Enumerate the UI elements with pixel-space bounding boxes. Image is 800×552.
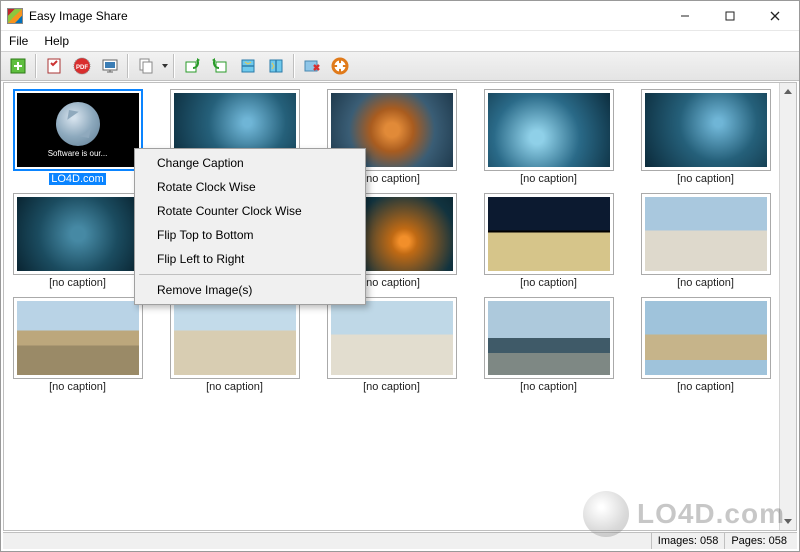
thumbnail-caption: [no caption] [49, 381, 106, 393]
watermark-text: LO4D.com [637, 498, 785, 530]
toolbar-separator [293, 54, 295, 78]
menubar: File Help [1, 31, 799, 51]
thumbnail-image [645, 197, 767, 271]
menu-file[interactable]: File [5, 33, 32, 49]
toolbar-separator [173, 54, 175, 78]
scroll-up-button[interactable] [780, 83, 796, 100]
thumbnail[interactable] [13, 193, 143, 275]
copy-dropdown[interactable] [161, 53, 169, 79]
thumbnail-image [17, 197, 139, 271]
thumbnail-image [488, 93, 610, 167]
vertical-scrollbar[interactable] [779, 83, 796, 530]
thumbnail-caption: [no caption] [677, 381, 734, 393]
context-rotate-cw[interactable]: Rotate Clock Wise [137, 175, 363, 199]
thumbnail[interactable] [484, 297, 614, 379]
thumbnail[interactable] [13, 297, 143, 379]
thumbnail[interactable] [484, 89, 614, 171]
context-remove[interactable]: Remove Image(s) [137, 278, 363, 302]
options-button[interactable] [41, 53, 67, 79]
thumbnail-image [645, 93, 767, 167]
window-title: Easy Image Share [29, 9, 128, 23]
thumbnail-caption: [no caption] [363, 381, 420, 393]
watermark: LO4D.com [583, 491, 785, 537]
thumbnail-image [488, 301, 610, 375]
thumbnail-caption: [no caption] [363, 277, 420, 289]
thumbnail[interactable] [641, 89, 771, 171]
thumbnail-caption: LO4D.com [49, 173, 106, 185]
thumbnail-grid: Software is our... LO4D.com [no caption] [n… [8, 89, 775, 393]
context-change-caption[interactable]: Change Caption [137, 151, 363, 175]
thumbnail-cell[interactable]: [no caption] [479, 193, 618, 289]
thumbnail-caption: [no caption] [206, 381, 263, 393]
thumbnail[interactable] [327, 297, 457, 379]
maximize-button[interactable] [707, 2, 752, 30]
context-flip-tb[interactable]: Flip Top to Bottom [137, 223, 363, 247]
toolbar-separator [35, 54, 37, 78]
toolbar-separator [127, 54, 129, 78]
thumbnail[interactable] [484, 193, 614, 275]
thumbnail-scroll[interactable]: Software is our... LO4D.com [no caption] [n… [4, 83, 779, 530]
thumbnail-image: Software is our... [17, 93, 139, 167]
svg-text:PDF: PDF [76, 65, 88, 71]
flip-horizontal-button[interactable] [263, 53, 289, 79]
thumbnail-caption: [no caption] [520, 173, 577, 185]
pdf-button[interactable]: PDF [69, 53, 95, 79]
thumbnail-image [174, 301, 296, 375]
thumbnail-cell[interactable]: [no caption] [479, 297, 618, 393]
flip-vertical-button[interactable] [235, 53, 261, 79]
thumbnail[interactable]: Software is our... [13, 89, 143, 171]
minimize-button[interactable] [662, 2, 707, 30]
thumbnail-caption: [no caption] [677, 277, 734, 289]
thumbnail[interactable] [170, 297, 300, 379]
toolbar: PDF [1, 51, 799, 81]
context-flip-lr[interactable]: Flip Left to Right [137, 247, 363, 271]
thumbnail-caption: [no caption] [49, 277, 106, 289]
thumbnail-cell[interactable]: [no caption] [636, 193, 775, 289]
slideshow-button[interactable] [97, 53, 123, 79]
titlebar: Easy Image Share [1, 1, 799, 31]
thumbnail-caption: [no caption] [520, 277, 577, 289]
thumbnail-image [645, 301, 767, 375]
watermark-icon [583, 491, 629, 537]
thumbnail-caption: [no caption] [363, 173, 420, 185]
thumbnail-cell[interactable]: [no caption] [8, 193, 147, 289]
content-area: Software is our... LO4D.com [no caption] [n… [3, 82, 797, 531]
thumbnail-cell[interactable]: [no caption] [165, 297, 304, 393]
thumbnail-image [17, 301, 139, 375]
thumbnail-cell[interactable]: [no caption] [636, 89, 775, 185]
thumbnail[interactable] [641, 193, 771, 275]
thumbnail-caption: [no caption] [677, 173, 734, 185]
thumbnail-image [331, 301, 453, 375]
thumbnail-image [488, 197, 610, 271]
remove-button[interactable] [299, 53, 325, 79]
rotate-ccw-button[interactable] [207, 53, 233, 79]
add-image-button[interactable] [5, 53, 31, 79]
context-rotate-ccw[interactable]: Rotate Counter Clock Wise [137, 199, 363, 223]
close-button[interactable] [752, 2, 797, 30]
copy-button[interactable] [133, 53, 159, 79]
thumbnail-cell[interactable]: Software is our... LO4D.com [8, 89, 147, 185]
context-separator [139, 274, 361, 275]
thumbnail-caption: [no caption] [520, 381, 577, 393]
thumbnail-cell[interactable]: [no caption] [636, 297, 775, 393]
thumbnail-cell[interactable]: [no caption] [322, 297, 461, 393]
context-menu: Change Caption Rotate Clock Wise Rotate … [134, 148, 366, 305]
rotate-cw-button[interactable] [179, 53, 205, 79]
menu-help[interactable]: Help [40, 33, 73, 49]
thumbnail[interactable] [641, 297, 771, 379]
app-icon [7, 8, 23, 24]
thumbnail-cell[interactable]: [no caption] [479, 89, 618, 185]
thumbnail-cell[interactable]: [no caption] [8, 297, 147, 393]
help-button[interactable] [327, 53, 353, 79]
